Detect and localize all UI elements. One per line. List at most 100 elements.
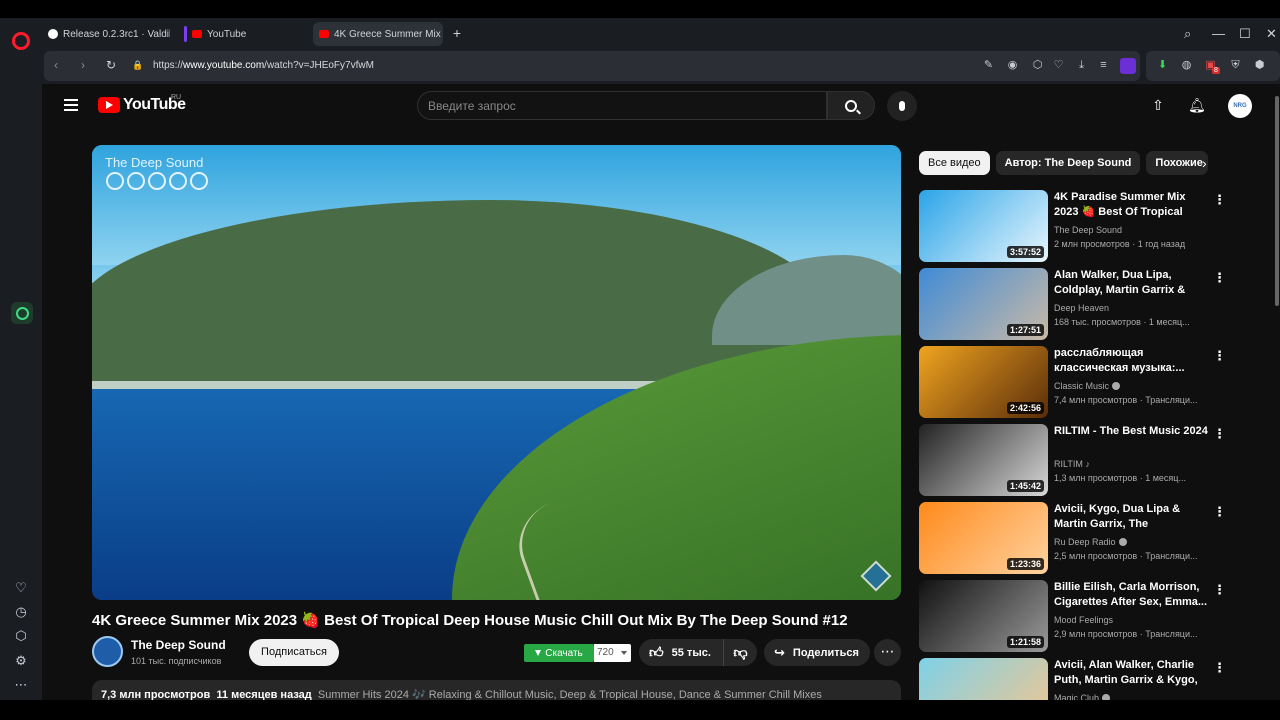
tab-github-release[interactable]: Release 0.2.3rc1 · ValdikSS: [42, 22, 170, 46]
recommendation-thumbnail[interactable]: [919, 658, 1048, 700]
more-actions-button[interactable]: ⋯: [874, 639, 901, 666]
forward-icon[interactable]: ›: [81, 58, 85, 72]
edit-icon[interactable]: ✎: [982, 59, 995, 72]
tab-greece-mix[interactable]: 4K Greece Summer Mix 20: [313, 22, 443, 46]
youtube-logo-icon[interactable]: [98, 97, 120, 113]
voice-search-button[interactable]: [887, 91, 917, 121]
camera-icon[interactable]: ◉: [1006, 59, 1019, 72]
recommendation-channel[interactable]: The Deep Sound: [1054, 225, 1122, 235]
like-button[interactable]: 👍︎ 55 тыс.: [639, 639, 724, 666]
address-bar[interactable]: ‹ › ↻ 🔒 https://www.youtube.com/watch?v=…: [44, 51, 1140, 81]
channel-name[interactable]: The Deep Sound: [131, 638, 226, 652]
reload-icon[interactable]: ↻: [106, 58, 116, 72]
share-button[interactable]: ↪ Поделиться: [764, 639, 870, 666]
account-avatar[interactable]: NRG: [1228, 94, 1252, 118]
recommendation-more-icon[interactable]: ⋮: [1213, 426, 1226, 442]
recommendation-item[interactable]: 1:23:36 Avicii, Kygo, Dua Lipa & Martin …: [919, 502, 1226, 574]
recommendation-title[interactable]: Billie Eilish, Carla Morrison, Cigarette…: [1054, 580, 1209, 610]
recommendation-thumbnail[interactable]: 2:42:56: [919, 346, 1048, 418]
back-icon[interactable]: ‹: [54, 58, 58, 72]
download-label: Скачать: [545, 647, 583, 659]
recommendation-title[interactable]: RILTIM - The Best Music 2024: [1054, 424, 1209, 439]
recommendation-item[interactable]: 1:27:51 Alan Walker, Dua Lipa, Coldplay,…: [919, 268, 1226, 340]
chip-by-author[interactable]: Автор: The Deep Sound: [995, 151, 1141, 175]
url-text[interactable]: https://www.youtube.com/watch?v=JHEoFy7v…: [153, 60, 374, 71]
more-icon[interactable]: ⋯: [11, 675, 31, 695]
close-window-button[interactable]: ✕: [1266, 27, 1277, 41]
profile-icon[interactable]: [1120, 58, 1136, 74]
channel-text: RILTIM ♪: [1054, 459, 1090, 469]
recommendation-item[interactable]: 2:42:56 расслабляющая классическая музык…: [919, 346, 1226, 418]
extensions-icon[interactable]: ⬢: [1253, 59, 1266, 72]
recommendation-thumbnail[interactable]: 1:21:58: [919, 580, 1048, 652]
recommendation-item[interactable]: 1:45:42 RILTIM - The Best Music 2024 RIL…: [919, 424, 1226, 496]
recommendation-title[interactable]: Avicii, Kygo, Dua Lipa & Martin Garrix, …: [1054, 502, 1209, 533]
minimize-button[interactable]: —: [1212, 27, 1225, 41]
recommendation-channel[interactable]: RILTIM ♪: [1054, 459, 1090, 469]
chip-related[interactable]: Похожие: [1146, 151, 1209, 175]
cube-icon[interactable]: ⬡: [1031, 59, 1044, 72]
recommendation-item[interactable]: Avicii, Alan Walker, Charlie Puth, Marti…: [919, 658, 1226, 700]
search-button[interactable]: [827, 91, 875, 120]
bookmark-heart-icon[interactable]: ♡: [1052, 59, 1065, 72]
recommendation-item[interactable]: 3:57:52 4K Paradise Summer Mix 2023 🍓 Be…: [919, 190, 1226, 262]
url-path: /watch?v=JHEoFy7vfwM: [264, 60, 374, 71]
chip-all-videos[interactable]: Все видео: [919, 151, 990, 175]
opera-logo-icon[interactable]: [12, 32, 30, 50]
search-tabs-icon[interactable]: ⌕: [1184, 27, 1191, 41]
recommendation-thumbnail[interactable]: 3:57:52: [919, 190, 1048, 262]
recommendation-thumbnail[interactable]: 1:45:42: [919, 424, 1048, 496]
menu-icon[interactable]: [64, 99, 78, 111]
recommendation-channel[interactable]: Magic Club: [1054, 693, 1111, 700]
recommendation-title[interactable]: 4K Paradise Summer Mix 2023 🍓 Best Of Tr…: [1054, 190, 1209, 221]
whatsapp-icon[interactable]: [11, 302, 33, 324]
channel-text: Deep Heaven: [1054, 303, 1110, 313]
video-player[interactable]: The Deep Sound: [92, 145, 901, 600]
recommendation-title[interactable]: Alan Walker, Dua Lipa, Coldplay, Martin …: [1054, 268, 1209, 299]
recommendation-thumbnail[interactable]: 1:23:36: [919, 502, 1048, 574]
shield-icon[interactable]: ⛨: [1229, 59, 1242, 72]
download-extension-icon[interactable]: ⬇: [1156, 59, 1169, 72]
globe-icon[interactable]: ◍: [1180, 59, 1193, 72]
channel-avatar[interactable]: [92, 636, 123, 667]
recommendation-channel[interactable]: Deep Heaven: [1054, 303, 1109, 313]
search-input[interactable]: [428, 92, 818, 119]
scrollbar[interactable]: [1275, 96, 1279, 306]
history-icon[interactable]: ◷: [11, 602, 31, 622]
recommendation-more-icon[interactable]: ⋮: [1213, 192, 1226, 208]
recommendation-title[interactable]: расслабляющая классическая музыка:...: [1054, 346, 1209, 376]
recommendation-more-icon[interactable]: ⋮: [1213, 660, 1226, 676]
lock-icon[interactable]: 🔒: [132, 60, 143, 71]
upload-icon[interactable]: ⇧: [1150, 97, 1166, 113]
channel-text: Magic Club: [1054, 693, 1100, 700]
box-icon[interactable]: ⬡: [11, 626, 31, 646]
description-box[interactable]: 7,3 млн просмотров 11 месяцев назад Summ…: [92, 680, 901, 700]
soundcloud-social-icon: [169, 172, 187, 190]
recommendation-more-icon[interactable]: ⋮: [1213, 504, 1226, 520]
video-title: 4K Greece Summer Mix 2023 🍓 Best Of Trop…: [92, 612, 848, 629]
notifications-bell-icon[interactable]: 🔔︎: [1188, 97, 1206, 113]
settings-icon[interactable]: ⚙: [11, 651, 31, 671]
menu-lines-icon[interactable]: ≡: [1097, 59, 1110, 72]
download-icon[interactable]: ⤓: [1075, 59, 1088, 72]
recommendation-item[interactable]: 1:21:58 Billie Eilish, Carla Morrison, C…: [919, 580, 1226, 652]
recommendation-more-icon[interactable]: ⋮: [1213, 582, 1226, 598]
download-button[interactable]: Скачать: [524, 644, 594, 662]
recommendation-channel[interactable]: Classic Music: [1054, 381, 1121, 391]
duration-badge: 1:23:36: [1006, 558, 1044, 570]
recommendation-channel[interactable]: Ru Deep Radio: [1054, 537, 1127, 547]
tab-youtube[interactable]: YouTube: [178, 22, 308, 46]
heart-icon[interactable]: ♡: [11, 578, 31, 598]
quality-select[interactable]: 720: [594, 644, 631, 662]
recommendation-title[interactable]: Avicii, Alan Walker, Charlie Puth, Marti…: [1054, 658, 1209, 689]
subscribe-button[interactable]: Подписаться: [249, 639, 339, 666]
recommendation-channel[interactable]: Mood Feelings: [1054, 615, 1113, 625]
recommendation-thumbnail[interactable]: 1:27:51: [919, 268, 1048, 340]
maximize-button[interactable]: ☐: [1239, 27, 1251, 41]
new-tab-button[interactable]: +: [450, 26, 464, 41]
chevron-right-icon[interactable]: ›: [1202, 155, 1207, 171]
recommendation-more-icon[interactable]: ⋮: [1213, 270, 1226, 286]
tab-label: YouTube: [207, 28, 247, 40]
recommendation-more-icon[interactable]: ⋮: [1213, 348, 1226, 364]
dislike-button[interactable]: 👎︎: [724, 639, 757, 666]
